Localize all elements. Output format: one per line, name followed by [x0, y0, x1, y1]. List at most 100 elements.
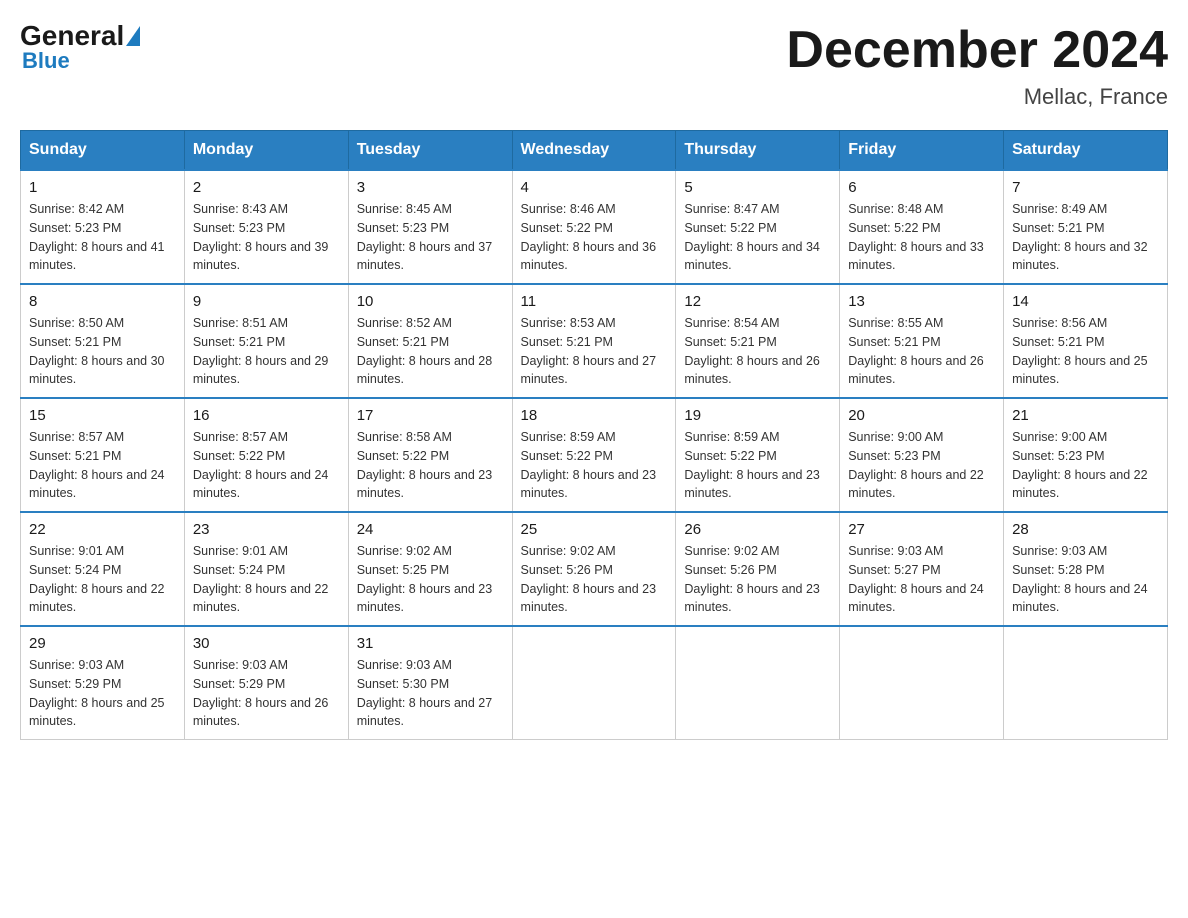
calendar-week-5: 29 Sunrise: 9:03 AM Sunset: 5:29 PM Dayl…: [21, 626, 1168, 740]
day-number: 9: [193, 293, 340, 310]
calendar-cell: 29 Sunrise: 9:03 AM Sunset: 5:29 PM Dayl…: [21, 626, 185, 740]
calendar-cell: [840, 626, 1004, 740]
calendar-cell: 25 Sunrise: 9:02 AM Sunset: 5:26 PM Dayl…: [512, 512, 676, 626]
day-number: 12: [684, 293, 831, 310]
day-number: 15: [29, 407, 176, 424]
header-thursday: Thursday: [676, 131, 840, 171]
day-info: Sunrise: 9:01 AM Sunset: 5:24 PM Dayligh…: [29, 542, 176, 617]
calendar-cell: 2 Sunrise: 8:43 AM Sunset: 5:23 PM Dayli…: [184, 170, 348, 284]
day-number: 2: [193, 179, 340, 196]
calendar-cell: 6 Sunrise: 8:48 AM Sunset: 5:22 PM Dayli…: [840, 170, 1004, 284]
calendar-cell: [1004, 626, 1168, 740]
day-info: Sunrise: 8:59 AM Sunset: 5:22 PM Dayligh…: [521, 428, 668, 503]
calendar-cell: 12 Sunrise: 8:54 AM Sunset: 5:21 PM Dayl…: [676, 284, 840, 398]
day-info: Sunrise: 9:02 AM Sunset: 5:26 PM Dayligh…: [684, 542, 831, 617]
calendar-cell: 13 Sunrise: 8:55 AM Sunset: 5:21 PM Dayl…: [840, 284, 1004, 398]
day-number: 26: [684, 521, 831, 538]
logo-triangle-icon: [126, 26, 140, 46]
day-info: Sunrise: 8:55 AM Sunset: 5:21 PM Dayligh…: [848, 314, 995, 389]
day-info: Sunrise: 8:53 AM Sunset: 5:21 PM Dayligh…: [521, 314, 668, 389]
day-number: 28: [1012, 521, 1159, 538]
day-number: 29: [29, 635, 176, 652]
calendar-cell: 9 Sunrise: 8:51 AM Sunset: 5:21 PM Dayli…: [184, 284, 348, 398]
day-info: Sunrise: 9:00 AM Sunset: 5:23 PM Dayligh…: [1012, 428, 1159, 503]
calendar-cell: 1 Sunrise: 8:42 AM Sunset: 5:23 PM Dayli…: [21, 170, 185, 284]
calendar-cell: 7 Sunrise: 8:49 AM Sunset: 5:21 PM Dayli…: [1004, 170, 1168, 284]
calendar-table: Sunday Monday Tuesday Wednesday Thursday…: [20, 130, 1168, 740]
day-number: 20: [848, 407, 995, 424]
calendar-cell: 17 Sunrise: 8:58 AM Sunset: 5:22 PM Dayl…: [348, 398, 512, 512]
day-info: Sunrise: 8:58 AM Sunset: 5:22 PM Dayligh…: [357, 428, 504, 503]
day-info: Sunrise: 8:46 AM Sunset: 5:22 PM Dayligh…: [521, 200, 668, 275]
header-wednesday: Wednesday: [512, 131, 676, 171]
day-number: 5: [684, 179, 831, 196]
page-header: General Blue December 2024 Mellac, Franc…: [20, 20, 1168, 110]
day-number: 19: [684, 407, 831, 424]
calendar-cell: 4 Sunrise: 8:46 AM Sunset: 5:22 PM Dayli…: [512, 170, 676, 284]
calendar-cell: 15 Sunrise: 8:57 AM Sunset: 5:21 PM Dayl…: [21, 398, 185, 512]
calendar-cell: 31 Sunrise: 9:03 AM Sunset: 5:30 PM Dayl…: [348, 626, 512, 740]
day-info: Sunrise: 8:57 AM Sunset: 5:21 PM Dayligh…: [29, 428, 176, 503]
day-info: Sunrise: 9:03 AM Sunset: 5:28 PM Dayligh…: [1012, 542, 1159, 617]
header-monday: Monday: [184, 131, 348, 171]
day-info: Sunrise: 9:02 AM Sunset: 5:25 PM Dayligh…: [357, 542, 504, 617]
logo: General Blue: [20, 20, 142, 74]
calendar-cell: 24 Sunrise: 9:02 AM Sunset: 5:25 PM Dayl…: [348, 512, 512, 626]
calendar-cell: 18 Sunrise: 8:59 AM Sunset: 5:22 PM Dayl…: [512, 398, 676, 512]
calendar-cell: 10 Sunrise: 8:52 AM Sunset: 5:21 PM Dayl…: [348, 284, 512, 398]
calendar-title: December 2024: [786, 20, 1168, 80]
day-number: 23: [193, 521, 340, 538]
day-number: 21: [1012, 407, 1159, 424]
calendar-cell: 21 Sunrise: 9:00 AM Sunset: 5:23 PM Dayl…: [1004, 398, 1168, 512]
calendar-cell: 19 Sunrise: 8:59 AM Sunset: 5:22 PM Dayl…: [676, 398, 840, 512]
day-number: 17: [357, 407, 504, 424]
day-number: 14: [1012, 293, 1159, 310]
calendar-cell: 16 Sunrise: 8:57 AM Sunset: 5:22 PM Dayl…: [184, 398, 348, 512]
calendar-header-row: Sunday Monday Tuesday Wednesday Thursday…: [21, 131, 1168, 171]
calendar-cell: 28 Sunrise: 9:03 AM Sunset: 5:28 PM Dayl…: [1004, 512, 1168, 626]
day-info: Sunrise: 8:50 AM Sunset: 5:21 PM Dayligh…: [29, 314, 176, 389]
calendar-week-4: 22 Sunrise: 9:01 AM Sunset: 5:24 PM Dayl…: [21, 512, 1168, 626]
day-number: 27: [848, 521, 995, 538]
day-number: 1: [29, 179, 176, 196]
calendar-cell: [676, 626, 840, 740]
day-info: Sunrise: 8:43 AM Sunset: 5:23 PM Dayligh…: [193, 200, 340, 275]
header-tuesday: Tuesday: [348, 131, 512, 171]
day-number: 3: [357, 179, 504, 196]
day-info: Sunrise: 9:03 AM Sunset: 5:27 PM Dayligh…: [848, 542, 995, 617]
day-number: 13: [848, 293, 995, 310]
day-number: 31: [357, 635, 504, 652]
calendar-week-2: 8 Sunrise: 8:50 AM Sunset: 5:21 PM Dayli…: [21, 284, 1168, 398]
calendar-cell: 11 Sunrise: 8:53 AM Sunset: 5:21 PM Dayl…: [512, 284, 676, 398]
day-info: Sunrise: 8:45 AM Sunset: 5:23 PM Dayligh…: [357, 200, 504, 275]
day-info: Sunrise: 8:51 AM Sunset: 5:21 PM Dayligh…: [193, 314, 340, 389]
calendar-cell: [512, 626, 676, 740]
day-info: Sunrise: 8:42 AM Sunset: 5:23 PM Dayligh…: [29, 200, 176, 275]
calendar-week-1: 1 Sunrise: 8:42 AM Sunset: 5:23 PM Dayli…: [21, 170, 1168, 284]
day-info: Sunrise: 8:54 AM Sunset: 5:21 PM Dayligh…: [684, 314, 831, 389]
day-info: Sunrise: 8:52 AM Sunset: 5:21 PM Dayligh…: [357, 314, 504, 389]
header-friday: Friday: [840, 131, 1004, 171]
calendar-cell: 8 Sunrise: 8:50 AM Sunset: 5:21 PM Dayli…: [21, 284, 185, 398]
day-number: 4: [521, 179, 668, 196]
day-number: 7: [1012, 179, 1159, 196]
title-area: December 2024 Mellac, France: [786, 20, 1168, 110]
day-number: 22: [29, 521, 176, 538]
location-subtitle: Mellac, France: [786, 84, 1168, 110]
calendar-week-3: 15 Sunrise: 8:57 AM Sunset: 5:21 PM Dayl…: [21, 398, 1168, 512]
day-number: 24: [357, 521, 504, 538]
day-info: Sunrise: 8:56 AM Sunset: 5:21 PM Dayligh…: [1012, 314, 1159, 389]
day-number: 25: [521, 521, 668, 538]
calendar-cell: 5 Sunrise: 8:47 AM Sunset: 5:22 PM Dayli…: [676, 170, 840, 284]
calendar-cell: 3 Sunrise: 8:45 AM Sunset: 5:23 PM Dayli…: [348, 170, 512, 284]
calendar-cell: 22 Sunrise: 9:01 AM Sunset: 5:24 PM Dayl…: [21, 512, 185, 626]
day-info: Sunrise: 8:48 AM Sunset: 5:22 PM Dayligh…: [848, 200, 995, 275]
day-number: 10: [357, 293, 504, 310]
day-number: 6: [848, 179, 995, 196]
header-sunday: Sunday: [21, 131, 185, 171]
calendar-cell: 30 Sunrise: 9:03 AM Sunset: 5:29 PM Dayl…: [184, 626, 348, 740]
calendar-cell: 20 Sunrise: 9:00 AM Sunset: 5:23 PM Dayl…: [840, 398, 1004, 512]
day-info: Sunrise: 9:03 AM Sunset: 5:29 PM Dayligh…: [193, 656, 340, 731]
day-info: Sunrise: 9:01 AM Sunset: 5:24 PM Dayligh…: [193, 542, 340, 617]
day-number: 18: [521, 407, 668, 424]
